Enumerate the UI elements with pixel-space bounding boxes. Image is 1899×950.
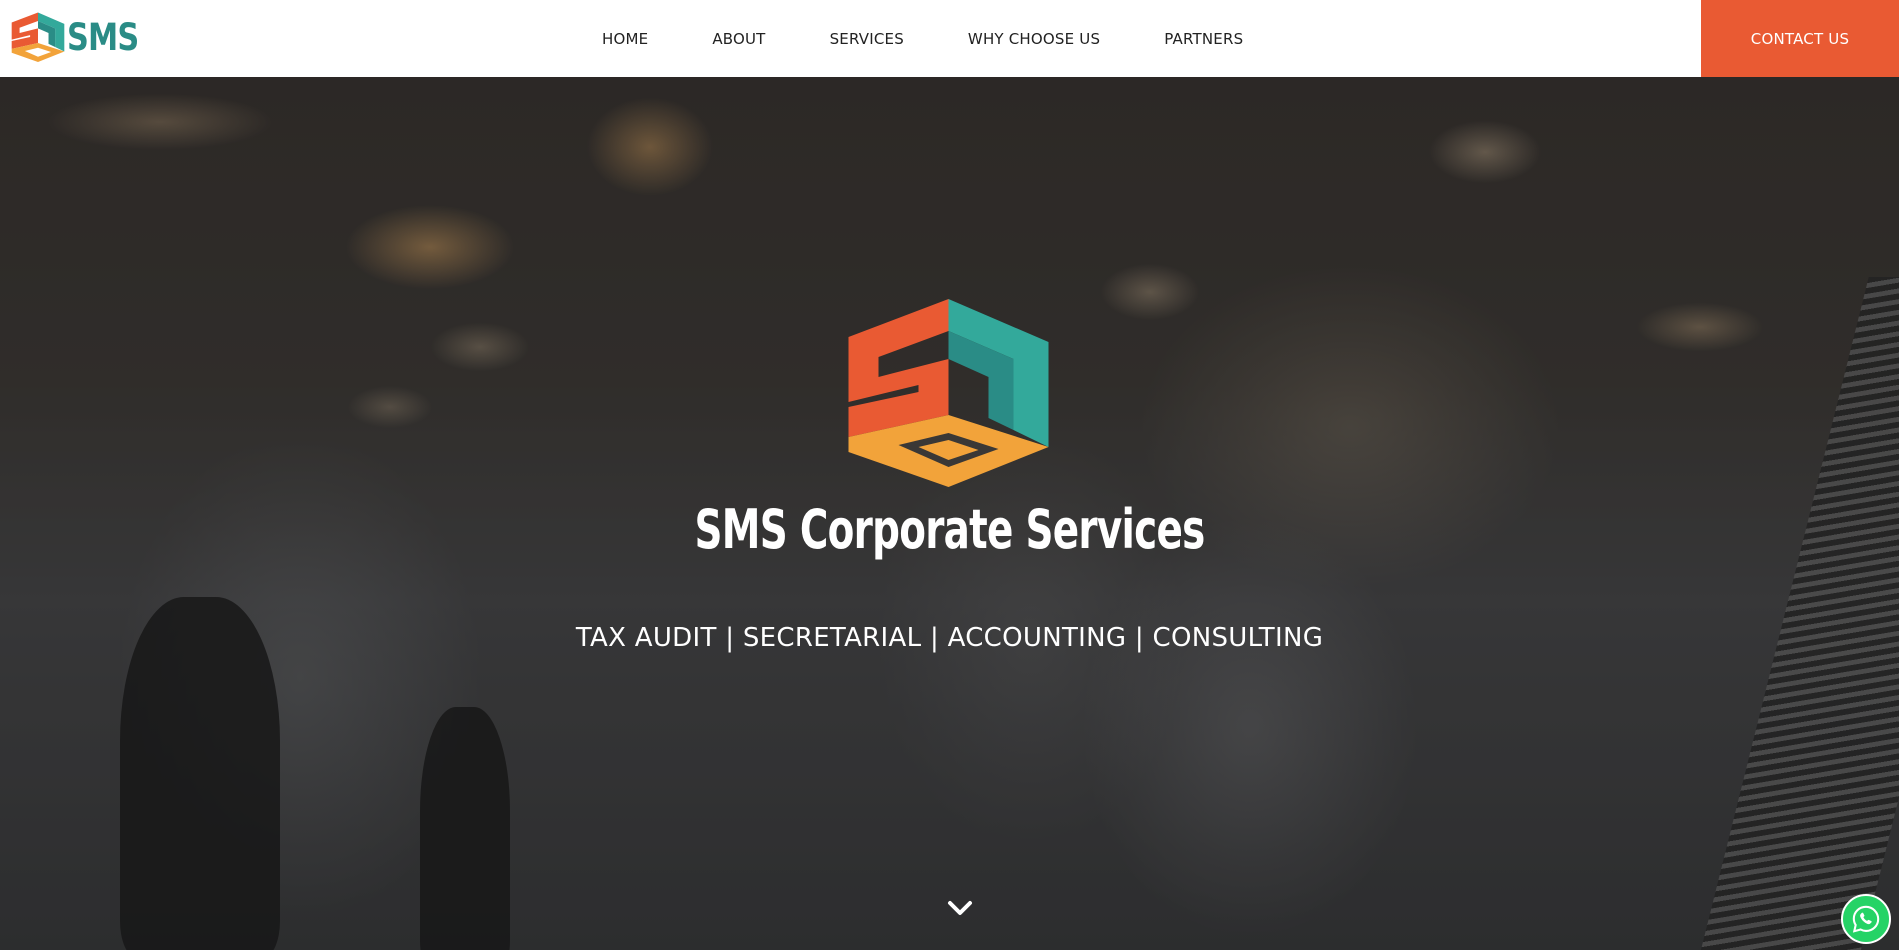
brand-name: SMS bbox=[67, 15, 139, 59]
page: SMS HOME ABOUT SERVICES WHY CHOOSE US PA… bbox=[0, 0, 1899, 950]
nav-item-home[interactable]: HOME bbox=[602, 30, 648, 48]
whatsapp-icon bbox=[1852, 905, 1880, 933]
whatsapp-button[interactable] bbox=[1841, 894, 1891, 944]
hero-title: SMS Corporate Services bbox=[694, 498, 1205, 561]
sms-logo-icon bbox=[11, 12, 65, 62]
nav-item-why-choose-us[interactable]: WHY CHOOSE US bbox=[968, 30, 1100, 48]
nav-item-services[interactable]: SERVICES bbox=[830, 30, 904, 48]
nav-item-about[interactable]: ABOUT bbox=[712, 30, 765, 48]
site-header: SMS HOME ABOUT SERVICES WHY CHOOSE US PA… bbox=[0, 0, 1899, 77]
main-nav: HOME ABOUT SERVICES WHY CHOOSE US PARTNE… bbox=[570, 0, 1275, 77]
hero-tagline: TAX AUDIT | SECRETARIAL | ACCOUNTING | C… bbox=[575, 623, 1324, 653]
hero-section: SMS Corporate Services TAX AUDIT | SECRE… bbox=[0, 77, 1899, 950]
nav-item-partners[interactable]: PARTNERS bbox=[1164, 30, 1243, 48]
sms-emblem-icon bbox=[848, 299, 1049, 487]
chevron-down-icon[interactable] bbox=[945, 895, 975, 921]
brand-logo-link[interactable]: SMS bbox=[11, 12, 154, 62]
contact-us-button[interactable]: CONTACT US bbox=[1701, 0, 1899, 77]
